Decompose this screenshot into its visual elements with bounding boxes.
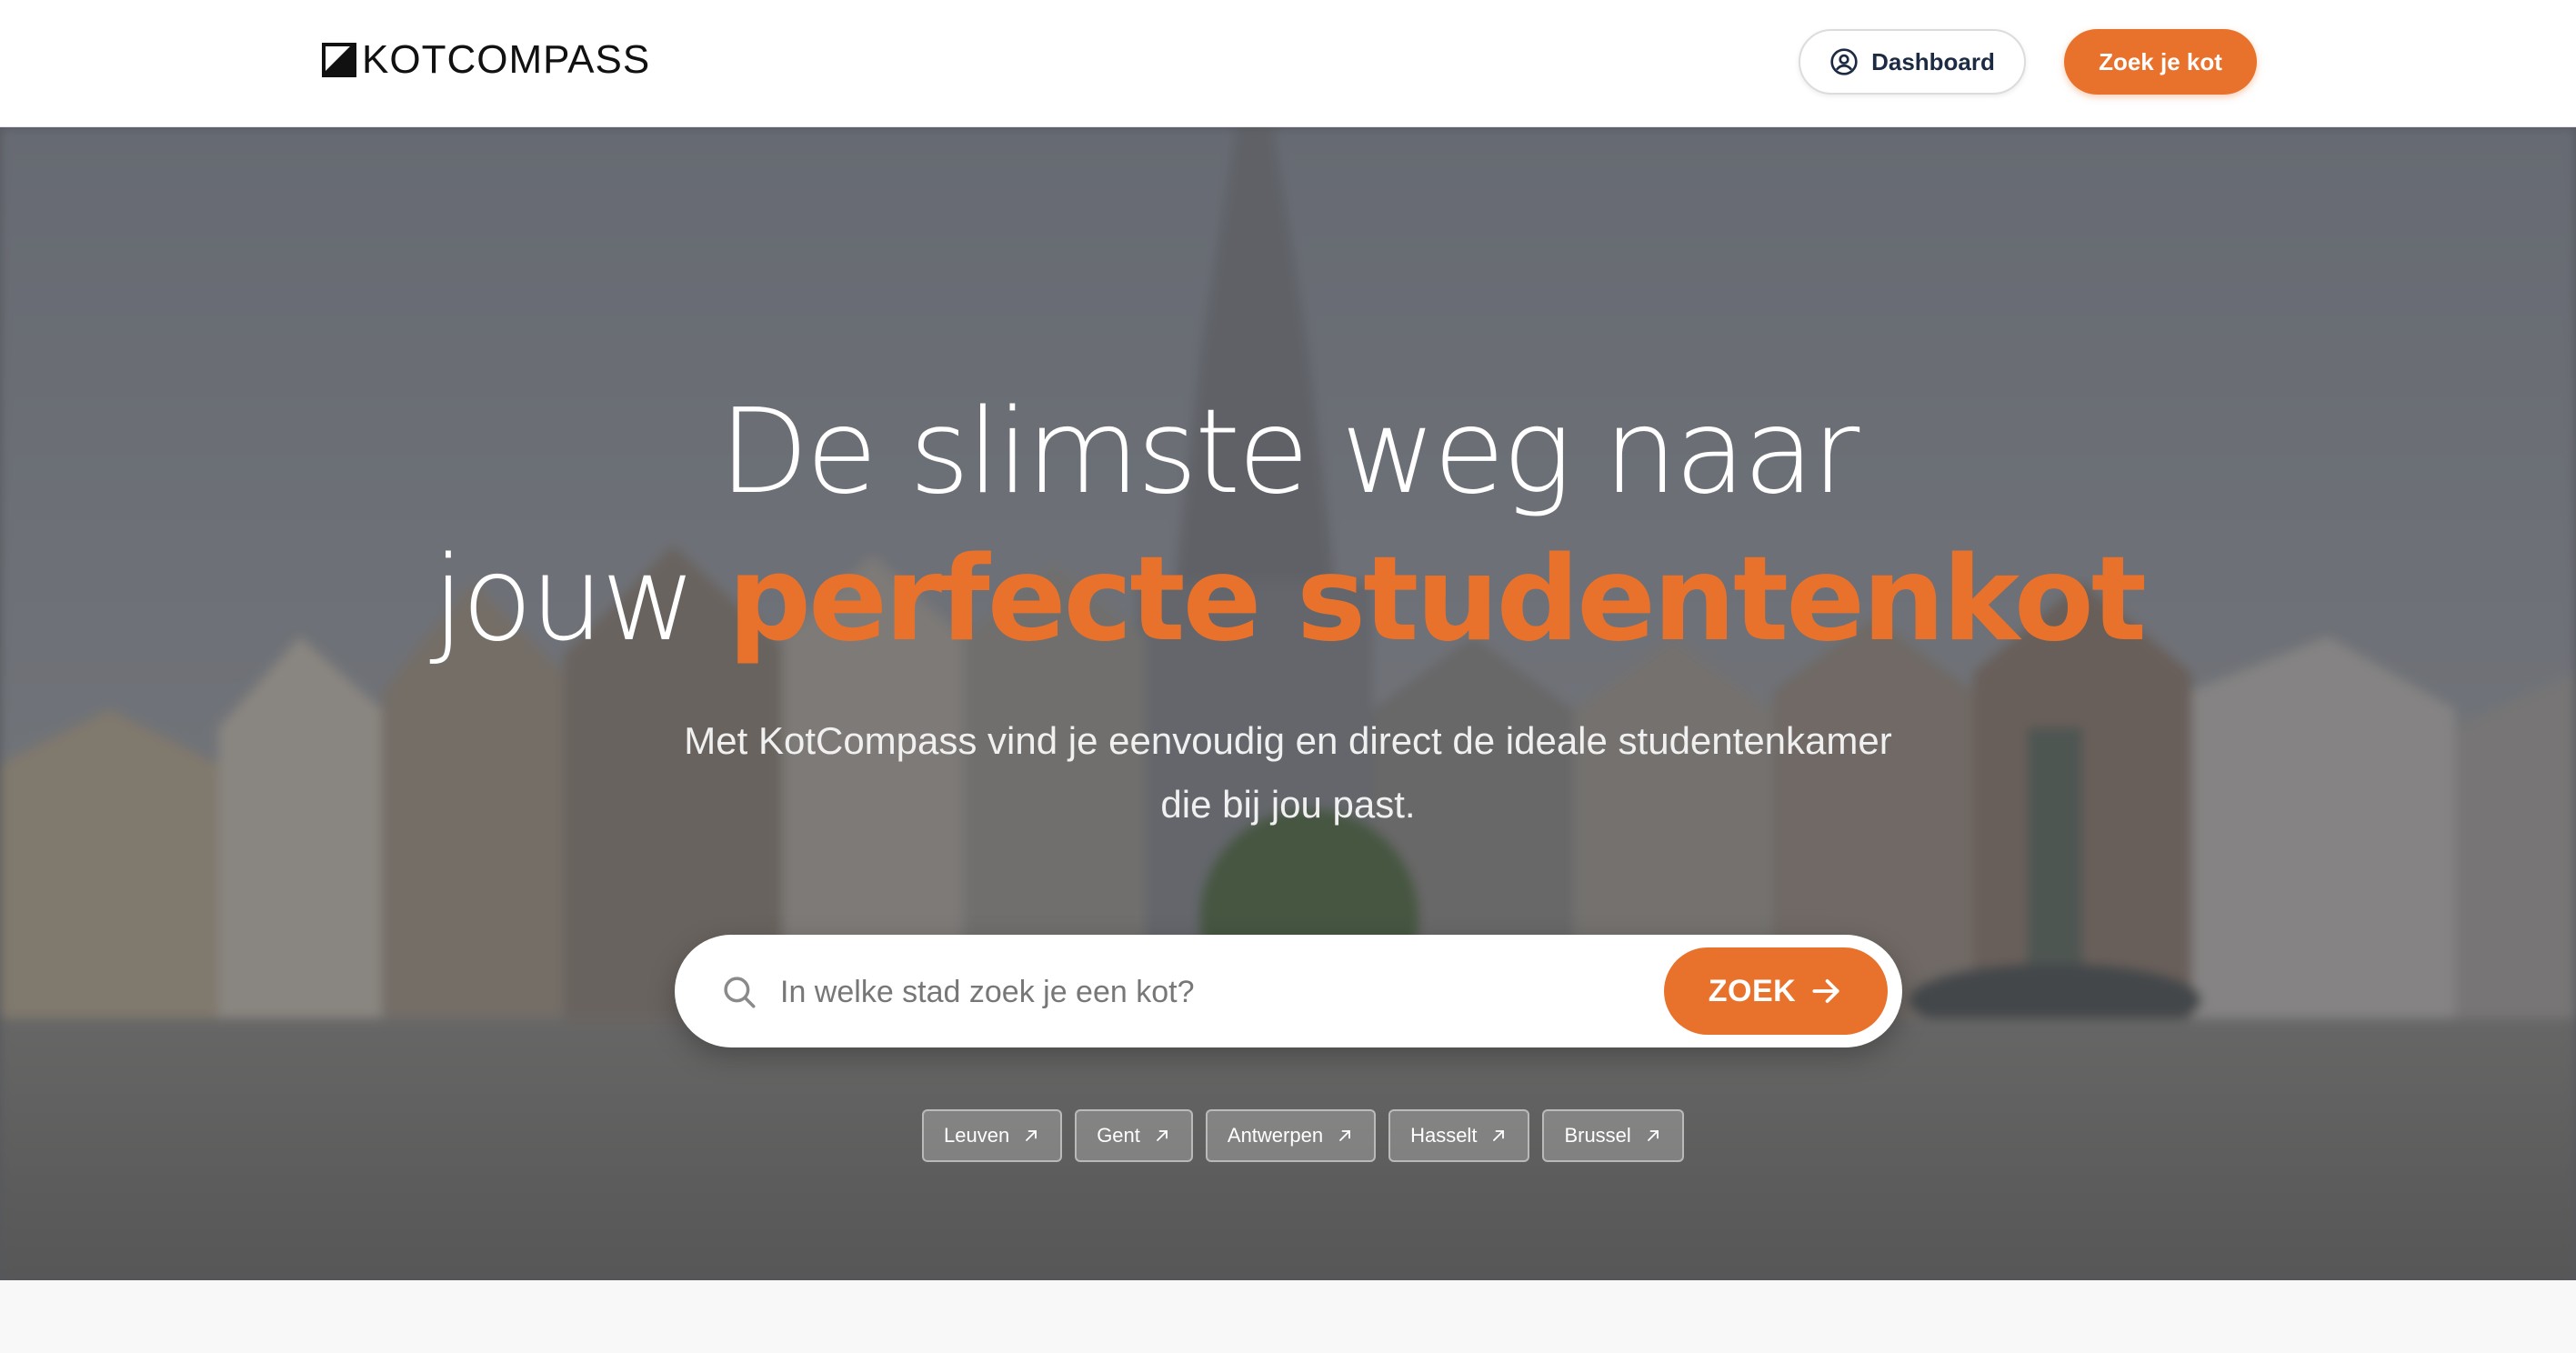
arrow-up-right-icon (1156, 1130, 1168, 1141)
city-chip-label: Gent (1097, 1124, 1140, 1147)
city-search-bar: ZOEK (675, 935, 1902, 1047)
city-chip-leuven[interactable]: Leuven (922, 1109, 1063, 1162)
user-circle-icon (1830, 48, 1858, 75)
logo[interactable]: KOTCOMPASS (322, 40, 650, 80)
zoek-je-kot-label: Zoek je kot (2099, 47, 2222, 75)
subtitle-line2: die bij jou past. (1160, 783, 1416, 826)
dashboard-button[interactable]: Dashboard (1799, 29, 2026, 95)
hero-section: De slimste weg naar jouw perfecte studen… (0, 127, 2576, 1280)
logo-text: KOTCOMPASS (362, 37, 651, 82)
hero-overlay (0, 127, 2576, 1280)
headline-prefix: jouw (432, 532, 697, 667)
site-header: KOTCOMPASS Dashboard Zoek je kot (0, 0, 2576, 127)
city-chip-label: Antwerpen (1227, 1124, 1324, 1147)
search-icon (724, 977, 756, 1008)
city-chip-label: Leuven (944, 1124, 1010, 1147)
zoek-je-kot-button[interactable]: Zoek je kot (2064, 29, 2257, 95)
city-chip-label: Brussel (1564, 1124, 1631, 1147)
city-chip-hasselt[interactable]: Hasselt (1388, 1109, 1530, 1162)
dashboard-label: Dashboard (1871, 47, 1995, 75)
city-chip-antwerpen[interactable]: Antwerpen (1205, 1109, 1377, 1162)
arrow-right-icon (1812, 979, 1839, 1003)
hero-subtitle: Met KotCompass vind je eenvoudig en dire… (636, 709, 1940, 837)
headline-accent: perfecte studentenkot (727, 532, 2146, 667)
city-chip-label: Hasselt (1410, 1124, 1478, 1147)
city-chip-gent[interactable]: Gent (1075, 1109, 1193, 1162)
arrow-up-right-icon (1647, 1130, 1659, 1141)
search-button-label: ZOEK (1708, 973, 1797, 1008)
logo-icon (322, 43, 356, 77)
arrow-up-right-icon (1339, 1130, 1350, 1141)
search-button[interactable]: ZOEK (1664, 947, 1888, 1035)
hero-headline-line1: De slimste weg naar (718, 385, 1859, 520)
subtitle-line1: Met KotCompass vind je eenvoudig en dire… (684, 719, 1892, 762)
city-search-input[interactable] (780, 960, 1653, 1024)
hero-headline-line2: jouw perfecte studentenkot (0, 536, 2576, 664)
arrow-up-right-icon (1026, 1130, 1037, 1141)
arrow-up-right-icon (1493, 1130, 1505, 1141)
city-quick-links: Leuven Gent Antwerpen Hasselt Brussel (922, 1109, 1684, 1162)
city-chip-brussel[interactable]: Brussel (1542, 1109, 1684, 1162)
next-section (0, 1280, 2576, 1353)
